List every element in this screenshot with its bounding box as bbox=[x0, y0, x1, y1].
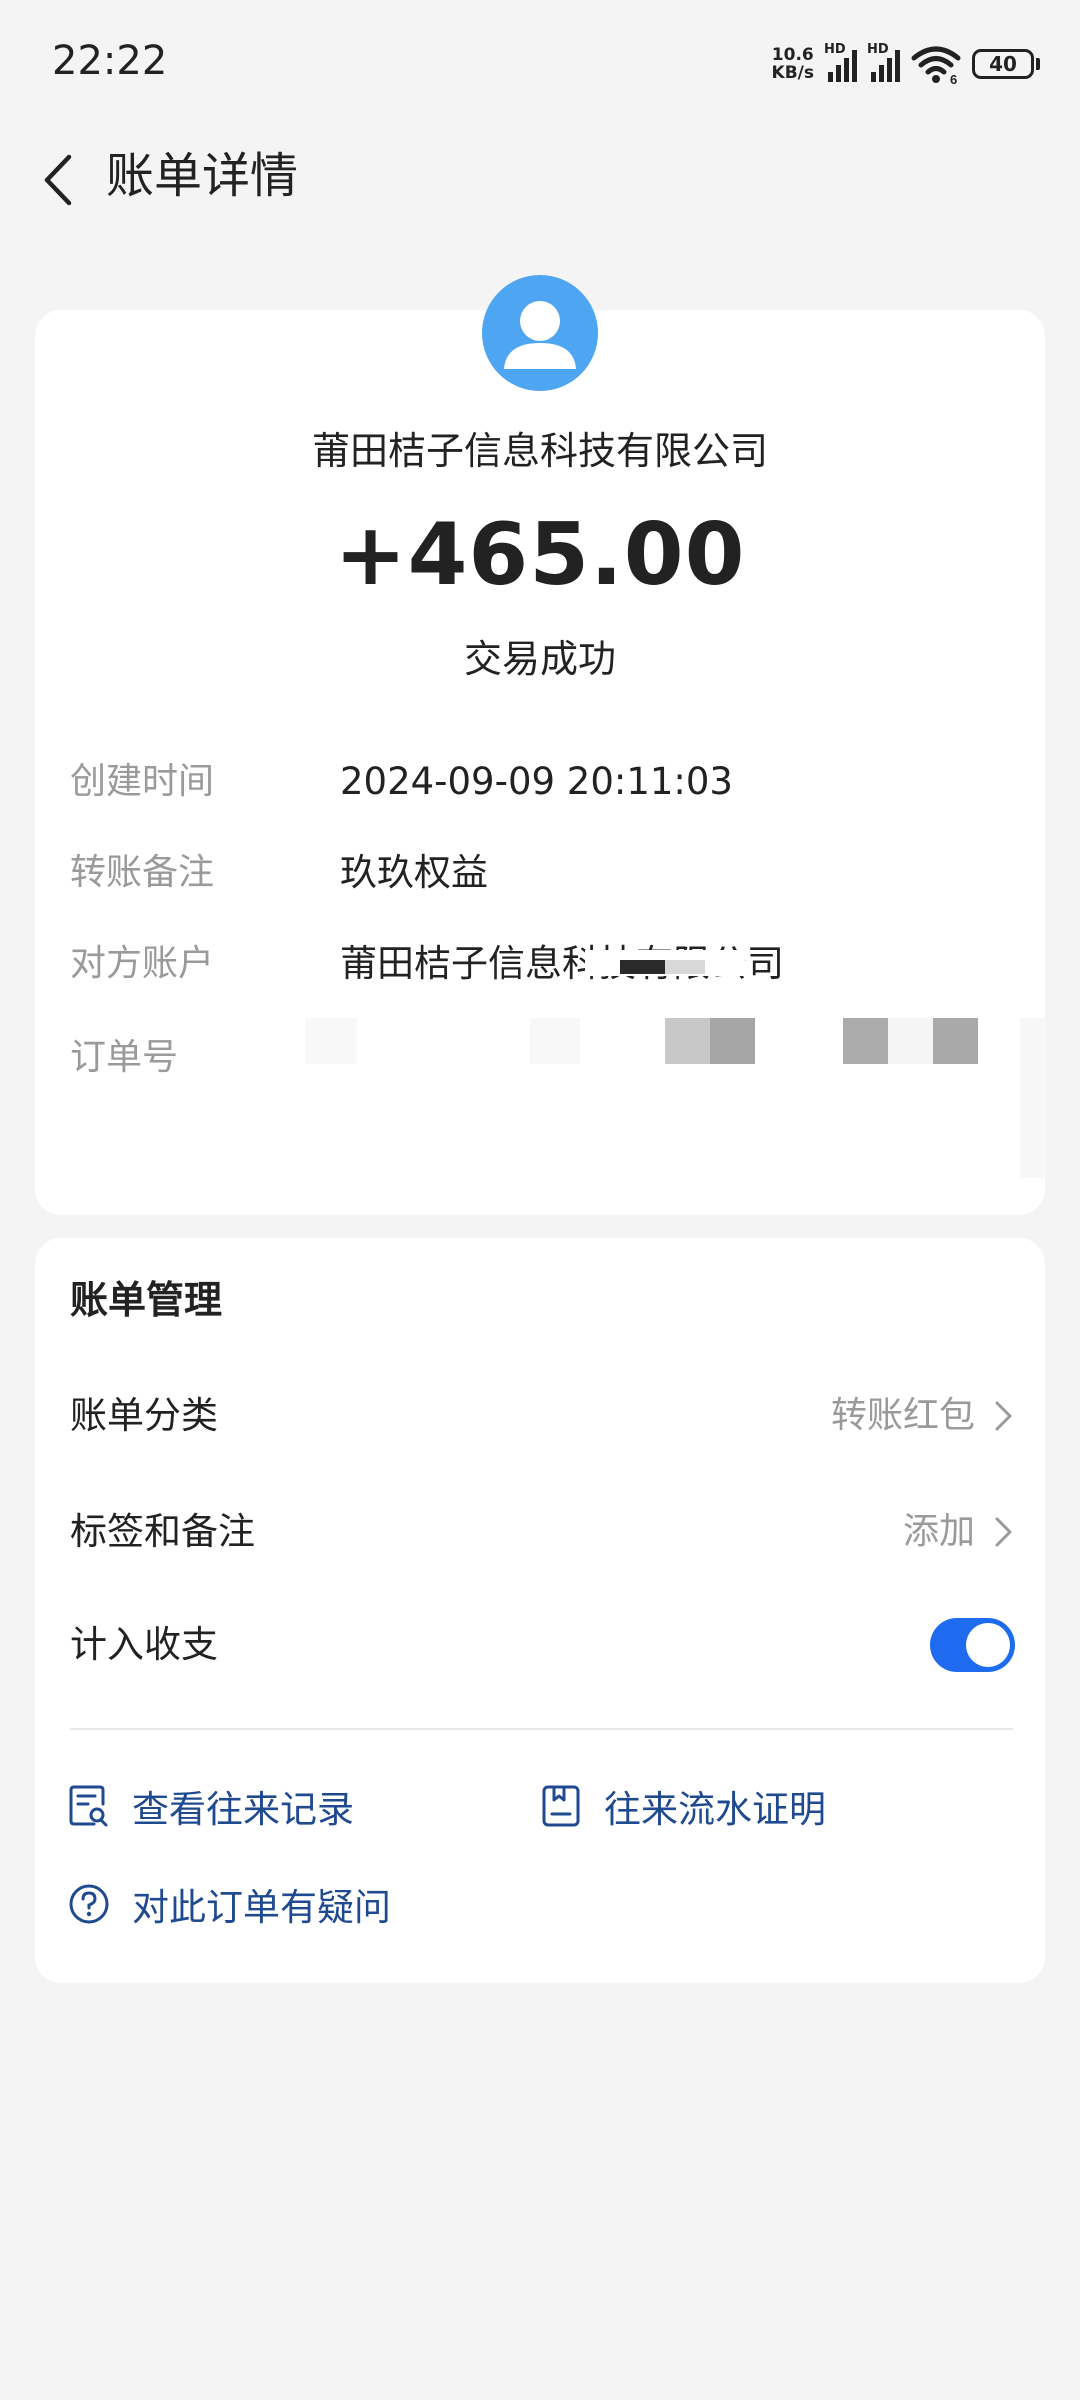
transaction-amount: +465.00 bbox=[334, 505, 746, 605]
include-in-stats-toggle[interactable] bbox=[930, 1618, 1015, 1672]
redaction-mosaic bbox=[305, 1018, 357, 1064]
hd-label: HD bbox=[824, 42, 846, 57]
status-bar: 22:22 10.6 KB/s HD HD 6 40 bbox=[0, 0, 1080, 130]
network-speed-value: 10.6 bbox=[771, 45, 814, 65]
signal-icon: HD bbox=[824, 42, 857, 82]
tags-notes-value: 添加 bbox=[902, 1511, 975, 1552]
bill-category-value: 转账红包 bbox=[830, 1395, 975, 1436]
include-in-stats-row: 计入收支 bbox=[70, 1605, 1015, 1685]
section-title: 账单管理 bbox=[70, 1278, 223, 1322]
signal-icon: HD bbox=[867, 42, 900, 82]
hd-label: HD bbox=[867, 42, 889, 57]
divider bbox=[70, 1728, 1013, 1730]
payee-name: 莆田桔子信息科技有限公司 bbox=[311, 429, 768, 473]
wifi-icon: 6 bbox=[910, 44, 962, 84]
redaction-mosaic bbox=[530, 1018, 580, 1064]
toggle-knob bbox=[966, 1623, 1010, 1667]
tags-notes-label: 标签和备注 bbox=[70, 1510, 255, 1553]
info-row-counterparty: 对方账户 莆田桔子信息科技有限公司 bbox=[70, 934, 1010, 994]
bill-category-label: 账单分类 bbox=[70, 1394, 218, 1437]
document-icon bbox=[540, 1784, 582, 1828]
chevron-right-icon bbox=[995, 1517, 1012, 1547]
counterparty-label: 对方账户 bbox=[70, 943, 215, 984]
back-button[interactable] bbox=[28, 140, 88, 220]
statement-proof-label: 往来流水证明 bbox=[604, 1788, 826, 1831]
redaction-mosaic bbox=[843, 1018, 888, 1064]
include-in-stats-label: 计入收支 bbox=[70, 1623, 218, 1666]
network-speed-unit: KB/s bbox=[771, 63, 814, 83]
view-records-label: 查看往来记录 bbox=[132, 1788, 354, 1831]
created-time-value[interactable]: 2024-09-09 20:11:03 bbox=[340, 752, 733, 812]
chevron-left-icon bbox=[44, 154, 72, 206]
redaction-mosaic bbox=[1020, 1018, 1045, 1178]
order-question-label: 对此订单有疑问 bbox=[132, 1886, 391, 1929]
transaction-status: 交易成功 bbox=[463, 637, 616, 681]
redaction-mosaic bbox=[710, 1018, 755, 1064]
info-row-remark: 转账备注 玖玖权益 bbox=[70, 843, 1010, 903]
battery-icon: 40 bbox=[972, 49, 1040, 79]
order-number-label: 订单号 bbox=[70, 1037, 179, 1078]
tags-notes-row[interactable]: 标签和备注 添加 bbox=[70, 1492, 1015, 1572]
created-time-label: 创建时间 bbox=[70, 761, 215, 802]
redaction-mosaic bbox=[665, 960, 705, 974]
statement-proof-link[interactable]: 往来流水证明 bbox=[540, 1776, 826, 1836]
status-icons: 10.6 KB/s HD HD 6 40 bbox=[772, 42, 1040, 86]
page-title: 账单详情 bbox=[106, 148, 299, 204]
record-search-icon bbox=[68, 1784, 110, 1828]
bill-category-row[interactable]: 账单分类 转账红包 bbox=[70, 1376, 1015, 1456]
redaction-mosaic bbox=[933, 1018, 978, 1064]
user-avatar-icon bbox=[482, 275, 598, 391]
redaction-mosaic bbox=[888, 1018, 933, 1064]
battery-level: 40 bbox=[972, 49, 1034, 79]
network-speed: 10.6 KB/s bbox=[772, 46, 814, 82]
remark-label: 转账备注 bbox=[70, 852, 215, 893]
status-time: 22:22 bbox=[52, 38, 168, 84]
view-records-link[interactable]: 查看往来记录 bbox=[68, 1776, 354, 1836]
title-bar: 账单详情 bbox=[0, 130, 1080, 240]
question-icon bbox=[68, 1883, 110, 1925]
order-question-link[interactable]: 对此订单有疑问 bbox=[68, 1874, 391, 1934]
wifi-badge: 6 bbox=[950, 72, 957, 84]
remark-value[interactable]: 玖玖权益 bbox=[340, 843, 488, 903]
chevron-right-icon bbox=[995, 1401, 1012, 1431]
redaction-mosaic bbox=[665, 1018, 710, 1064]
redaction-mosaic bbox=[620, 960, 665, 974]
info-row-created-time: 创建时间 2024-09-09 20:11:03 bbox=[70, 752, 1010, 812]
